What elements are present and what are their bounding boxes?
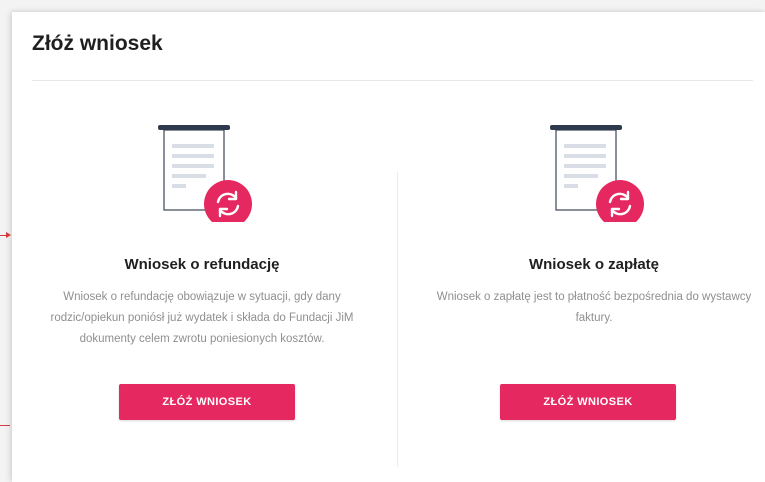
- pointer-arrow: [6, 232, 11, 238]
- refund-card-description: Wniosek o refundację obowiązuje w sytuac…: [50, 291, 354, 345]
- submit-payment-button[interactable]: ZŁÓŻ WNIOSEK: [500, 384, 676, 420]
- pointer-line-lower: [0, 425, 10, 426]
- submit-refund-button[interactable]: ZŁÓŻ WNIOSEK: [119, 384, 295, 420]
- document-refresh-icon: [550, 125, 644, 222]
- document-refresh-icon: [158, 125, 252, 222]
- payment-card-description: Wniosek o zapłatę jest to płatność bezpo…: [436, 291, 752, 324]
- refund-card-title: Wniosek o refundację: [124, 256, 280, 273]
- apply-panel: Złóż wniosek Wniosek o refundację Wniose…: [12, 12, 765, 482]
- payment-card: Wniosek o zapłatę Wniosek o zapłatę jest…: [404, 122, 765, 329]
- page-title: Złóż wniosek: [32, 32, 163, 55]
- payment-card-title: Wniosek o zapłatę: [528, 256, 660, 273]
- column-separator: [397, 172, 398, 467]
- title-divider: [32, 80, 753, 81]
- refund-card: Wniosek o refundację Wniosek o refundacj…: [12, 122, 392, 350]
